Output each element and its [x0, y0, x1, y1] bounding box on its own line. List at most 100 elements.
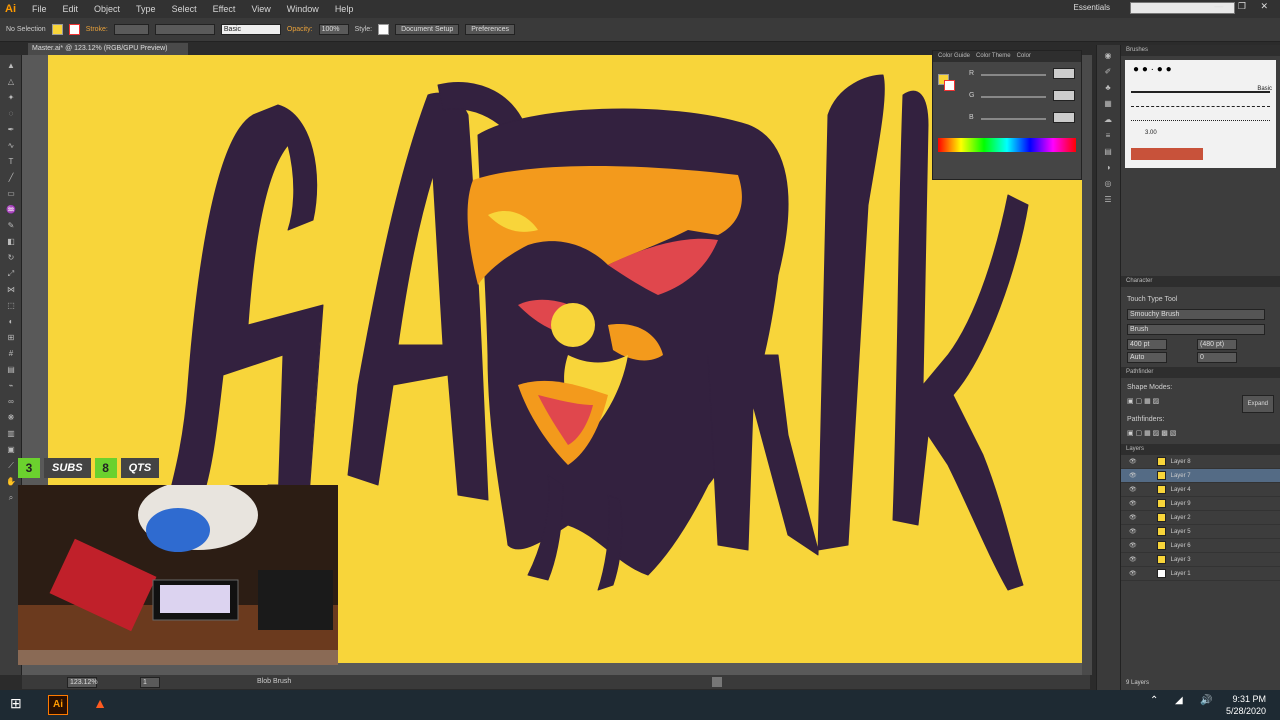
gradient-panel-icon[interactable]: ▤ [1102, 147, 1114, 157]
zoom-icon[interactable]: ⌕ [5, 493, 17, 503]
pathfinder-buttons[interactable]: ▣ ▢ ▦ ▨ ▩ ▧ [1127, 427, 1274, 441]
g-value-field[interactable] [1053, 90, 1075, 101]
font-style-select[interactable]: Brush [1127, 324, 1265, 335]
document-setup-button[interactable]: Document Setup [395, 24, 460, 35]
scale-icon[interactable]: ⤢ [5, 269, 17, 279]
illustrator-taskbar-icon[interactable]: Ai [48, 695, 68, 715]
layer-row[interactable]: 👁 Layer 8 [1121, 455, 1280, 469]
r-value-field[interactable] [1053, 68, 1075, 79]
touch-type-tool-button[interactable]: Touch Type Tool [1127, 291, 1274, 309]
g-slider[interactable] [981, 96, 1046, 98]
paintbrush-icon[interactable]: ♒ [5, 205, 17, 215]
opacity-field[interactable]: 100% [318, 24, 349, 35]
shape-builder-icon[interactable]: ◐ [5, 317, 17, 327]
horizontal-scroll-thumb[interactable] [712, 677, 722, 687]
b-slider[interactable] [981, 118, 1046, 120]
slice-icon[interactable]: ⟋ [5, 461, 17, 471]
layer-row[interactable]: 👁 Layer 7 [1121, 469, 1280, 483]
gradient-icon[interactable]: ▤ [5, 365, 17, 375]
kerning-field[interactable]: Auto [1127, 352, 1167, 363]
stroke-weight-field[interactable] [113, 24, 149, 35]
layers-panel-icon[interactable]: ☰ [1102, 195, 1114, 205]
type-tool-icon[interactable]: T [5, 157, 17, 167]
layer-row[interactable]: 👁 Layer 4 [1121, 483, 1280, 497]
flame-app-icon[interactable]: ▲ [90, 695, 110, 715]
volume-icon[interactable]: 🔊 [1200, 695, 1220, 715]
eyedropper-icon[interactable]: ⌁ [5, 381, 17, 391]
artboard-number-field[interactable]: 1 [140, 677, 160, 688]
variable-width-field[interactable] [154, 24, 215, 35]
line-tool-icon[interactable]: ╱ [5, 173, 17, 183]
menu-effect[interactable]: Effect [205, 4, 244, 14]
fill-swatch[interactable] [51, 24, 63, 35]
symbol-sprayer-icon[interactable]: ❋ [5, 413, 17, 423]
symbols-panel-icon[interactable]: ♣ [1102, 83, 1114, 93]
menu-file[interactable]: File [24, 4, 55, 14]
menu-object[interactable]: Object [86, 4, 128, 14]
blend-icon[interactable]: ∞ [5, 397, 17, 407]
perspective-grid-icon[interactable]: ⊞ [5, 333, 17, 343]
free-transform-icon[interactable]: ⬚ [5, 301, 17, 311]
preferences-button[interactable]: Preferences [465, 24, 515, 35]
opacity-label[interactable]: Opacity: [287, 26, 313, 33]
tracking-field[interactable]: 0 [1197, 352, 1237, 363]
layer-row[interactable]: 👁 Layer 5 [1121, 525, 1280, 539]
menu-window[interactable]: Window [279, 4, 327, 14]
expand-button[interactable]: Expand [1241, 395, 1274, 413]
tab-color-theme[interactable]: Color Theme [976, 53, 1011, 60]
eraser-icon[interactable]: ◧ [5, 237, 17, 247]
stroke-panel-icon[interactable]: ≡ [1102, 131, 1114, 141]
stroke-label[interactable]: Stroke: [86, 26, 108, 33]
document-tab[interactable]: Master.ai* @ 123.12% (RGB/GPU Preview) [28, 43, 188, 55]
workspace-switcher[interactable]: Essentials [1074, 3, 1110, 12]
menu-help[interactable]: Help [327, 4, 362, 14]
network-icon[interactable]: ◢ [1175, 695, 1195, 715]
pattern-brush[interactable] [1131, 148, 1203, 160]
swatches-panel-icon[interactable]: ▦ [1102, 99, 1114, 109]
brush-tips[interactable]: ● ● · ● ● [1125, 60, 1276, 79]
system-clock[interactable]: 9:31 PM 5/28/2020 [1226, 693, 1266, 717]
layer-row[interactable]: 👁 Layer 6 [1121, 539, 1280, 553]
color-stroke-swatch[interactable] [944, 80, 955, 91]
graph-icon[interactable]: ▥ [5, 429, 17, 439]
layer-row[interactable]: 👁 Layer 2 [1121, 511, 1280, 525]
mesh-icon[interactable]: # [5, 349, 17, 359]
tab-color-guide[interactable]: Color Guide [938, 53, 970, 60]
color-spectrum[interactable] [938, 138, 1076, 152]
window-controls[interactable]: — ❐ ✕ [1214, 1, 1274, 12]
magic-wand-icon[interactable]: ✦ [5, 93, 17, 103]
font-family-select[interactable]: Smouchy Brush [1127, 309, 1265, 320]
layer-row[interactable]: 👁 Layer 3 [1121, 553, 1280, 567]
menu-select[interactable]: Select [164, 4, 205, 14]
hand-tool-icon[interactable]: ✋ [5, 477, 17, 487]
tray-expand-icon[interactable]: ⌃ [1150, 695, 1170, 715]
leading-field[interactable]: (480 pt) [1197, 339, 1237, 350]
menu-type[interactable]: Type [128, 4, 164, 14]
artboard-tool-icon[interactable]: ▣ [5, 445, 17, 455]
lasso-icon[interactable]: ◌ [5, 109, 17, 119]
brush-definition[interactable]: Basic [220, 24, 281, 35]
rotate-icon[interactable]: ↻ [5, 253, 17, 263]
graphic-style-swatch[interactable] [378, 24, 390, 35]
pencil-icon[interactable]: ✎ [5, 221, 17, 231]
font-size-field[interactable]: 400 pt [1127, 339, 1167, 350]
brushes-library[interactable]: ● ● · ● ● Basic 3.00 [1125, 60, 1276, 168]
selection-tool-icon[interactable]: ▲ [5, 61, 17, 71]
width-tool-icon[interactable]: ⋈ [5, 285, 17, 295]
layer-row[interactable]: 👁 Layer 9 [1121, 497, 1280, 511]
windows-start-icon[interactable]: ⊞ [10, 695, 30, 715]
tab-color[interactable]: Color [1017, 53, 1031, 60]
color-panel-icon[interactable]: ◉ [1102, 51, 1114, 61]
r-slider[interactable] [981, 74, 1046, 76]
menu-view[interactable]: View [243, 4, 278, 14]
appearance-panel-icon[interactable]: ◎ [1102, 179, 1114, 189]
menu-edit[interactable]: Edit [55, 4, 87, 14]
zoom-field[interactable]: 123.12% [67, 677, 98, 688]
vertical-scrollbar[interactable] [1082, 55, 1092, 675]
curvature-tool-icon[interactable]: ∿ [5, 141, 17, 151]
b-value-field[interactable] [1053, 112, 1075, 123]
stroke-swatch[interactable] [68, 24, 80, 35]
direct-selection-tool-icon[interactable]: △ [5, 77, 17, 87]
rectangle-tool-icon[interactable]: ▭ [5, 189, 17, 199]
libraries-panel-icon[interactable]: ☁ [1102, 115, 1114, 125]
